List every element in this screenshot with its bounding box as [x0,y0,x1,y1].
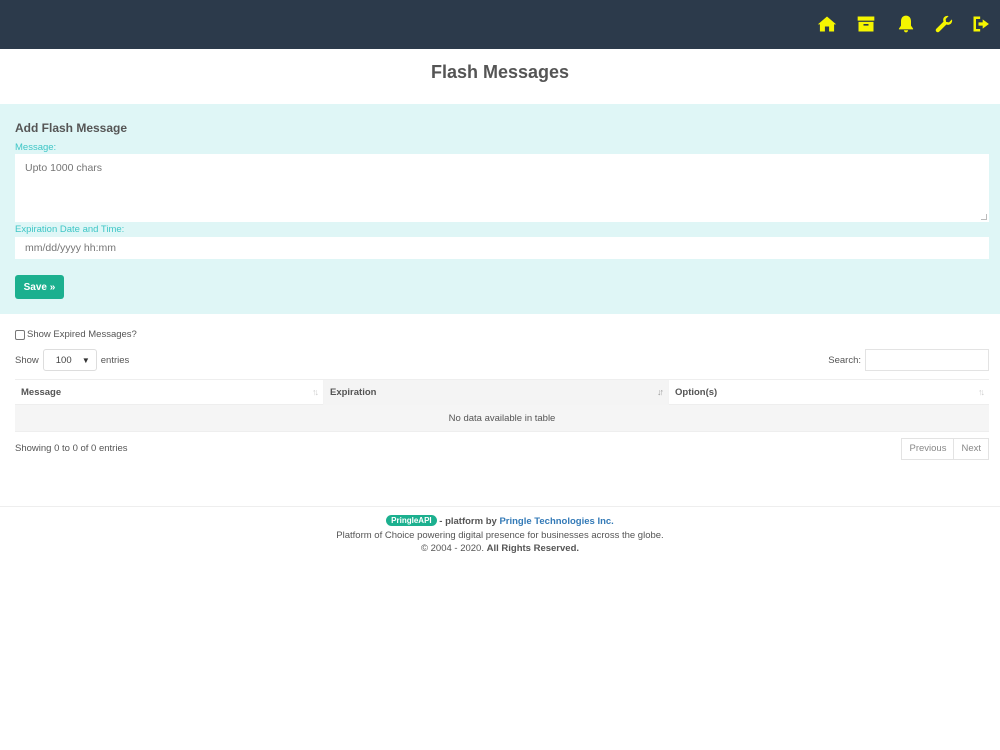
chevron-down-icon: ▼ [81,355,90,365]
footer-line-1: PringleAPI - platform by Pringle Technol… [0,515,1000,529]
show-label: Show [15,354,39,366]
entries-select[interactable]: 100 ▼ [42,349,97,371]
archive-icon[interactable] [855,13,877,35]
expiration-label: Expiration Date and Time: [15,224,125,235]
column-header-label: Expiration [330,387,377,398]
home-icon[interactable] [816,13,838,35]
table-search: Search: [828,349,989,371]
search-label: Search: [828,354,861,366]
sort-icon: ↑↓ [312,387,319,397]
column-header-options[interactable]: Option(s) ↑↓ [669,380,989,405]
message-textarea[interactable] [15,154,989,222]
copyright-text: © 2004 - 2020. [420,543,484,554]
wrench-icon[interactable] [933,13,955,35]
show-expired-label[interactable]: Show Expired Messages? [27,329,137,340]
flash-messages-table: Message ↑↓ Expiration ↓↑ Option(s) ↑↓ No… [15,379,989,432]
panel-title: Add Flash Message [15,121,128,135]
expiration-datetime-input[interactable] [15,237,989,259]
sort-icon: ↑↓ [978,387,985,397]
entries-length-control: Show 100 ▼ entries [15,349,129,371]
entries-value: 100 [55,354,72,366]
show-expired-checkbox[interactable] [15,329,25,340]
sign-out-icon[interactable] [970,13,992,35]
next-button[interactable]: Next [954,438,989,460]
save-button[interactable]: Save » [15,275,64,299]
footer-tagline: Platform of Choice powering digital pres… [336,529,664,541]
add-flash-message-panel: Add Flash Message Message: Expiration Da… [0,104,1000,314]
resize-handle[interactable] [981,214,987,220]
platform-text: - platform by [439,516,497,527]
top-navbar [0,0,1000,49]
message-label: Message: [15,142,57,153]
company-link[interactable]: Pringle Technologies Inc. [499,516,613,527]
previous-button[interactable]: Previous [901,438,955,460]
empty-table-row: No data available in table [15,405,989,432]
column-header-message[interactable]: Message ↑↓ [15,380,324,405]
show-expired-row: Show Expired Messages? [15,329,137,340]
rights-text: All Rights Reserved. [486,543,580,554]
pagination: Previous Next [901,438,989,460]
column-header-label: Option(s) [675,387,718,398]
footer-copyright-line: © 2004 - 2020. All Rights Reserved. [0,542,1000,556]
sort-descending-icon: ↓↑ [657,387,664,397]
table-header: Message ↑↓ Expiration ↓↑ Option(s) ↑↓ [15,379,989,405]
brand-badge[interactable]: PringleAPI [386,515,437,526]
table-info: Showing 0 to 0 of 0 entries [15,443,128,454]
bell-icon[interactable] [895,13,917,35]
column-header-label: Message [21,387,62,398]
column-header-expiration[interactable]: Expiration ↓↑ [324,380,669,405]
entries-label: entries [100,354,130,366]
footer: PringleAPI - platform by Pringle Technol… [0,506,1000,556]
page-title: Flash Messages [430,62,570,82]
search-input[interactable] [865,349,989,371]
